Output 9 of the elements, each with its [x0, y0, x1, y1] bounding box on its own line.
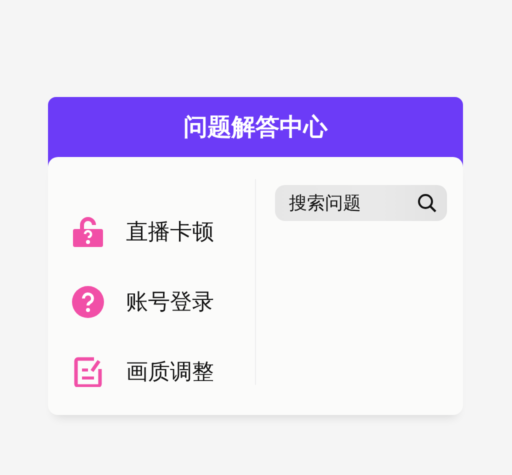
topic-label[interactable]: 直播卡顿 [126, 217, 214, 247]
topic-label[interactable]: 画质调整 [126, 357, 214, 387]
help-icon [72, 286, 104, 318]
topic-label[interactable]: 账号登录 [126, 287, 214, 317]
panel-title: 问题解答中心 [184, 112, 328, 143]
edit-icon [74, 357, 102, 387]
search-field[interactable]: 搜索问题 [275, 185, 447, 221]
lock-icon [72, 217, 104, 247]
search-icon [417, 193, 437, 213]
